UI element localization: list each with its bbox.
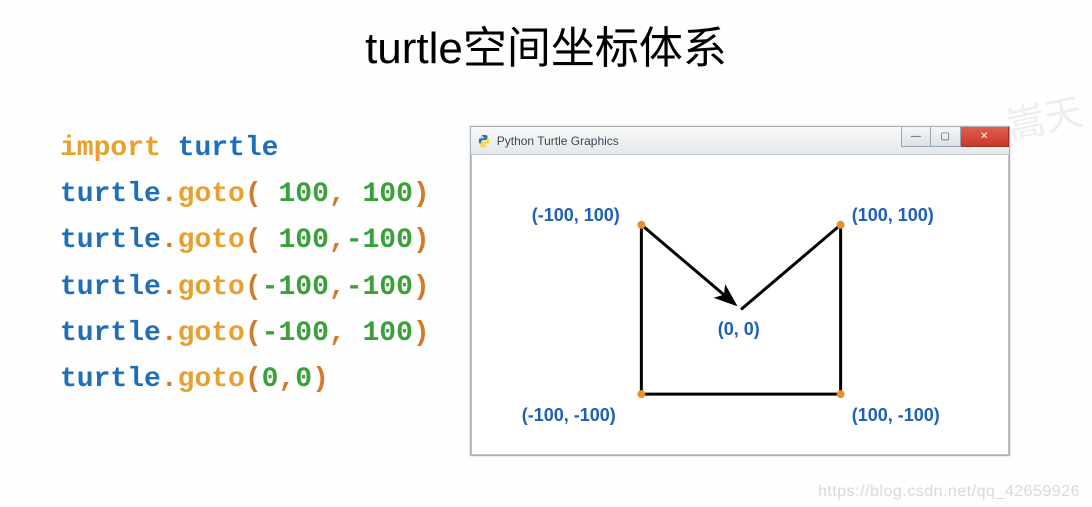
close-button[interactable]: ✕ (961, 127, 1009, 147)
comma: , (329, 225, 346, 256)
label-top-right: (100, 100) (852, 205, 934, 226)
turtle-canvas: (-100, 100) (100, 100) (-100, -100) (100… (471, 155, 1009, 455)
paren-open: ( (245, 272, 262, 303)
keyword-import: import (60, 133, 161, 164)
func-goto: goto (178, 318, 245, 349)
watermark-url: https://blog.csdn.net/qq_42659926 (818, 483, 1080, 501)
arg-y: -100 (346, 272, 413, 303)
label-top-left: (-100, 100) (532, 205, 620, 226)
func-goto: goto (178, 179, 245, 210)
label-center: (0, 0) (718, 319, 760, 340)
comma: , (329, 272, 346, 303)
comma: , (329, 179, 346, 210)
module-ref: turtle (60, 225, 161, 256)
paren-close: ) (413, 179, 430, 210)
comma: , (329, 318, 346, 349)
module-ref: turtle (60, 179, 161, 210)
func-goto: goto (178, 364, 245, 395)
paren-close: ) (413, 225, 430, 256)
python-icon (477, 134, 491, 148)
module-ref: turtle (60, 272, 161, 303)
dot: . (161, 179, 178, 210)
func-goto: goto (178, 225, 245, 256)
maximize-button[interactable]: ▢ (931, 127, 961, 147)
slide-title: turtle空间坐标体系 (0, 0, 1092, 76)
turtle-window: Python Turtle Graphics — ▢ ✕ (470, 126, 1010, 456)
arg-x: -100 (262, 272, 329, 303)
paren-open: ( (245, 225, 262, 256)
arg-x: 0 (262, 364, 279, 395)
minimize-button[interactable]: — (901, 127, 931, 147)
paren-open: ( (245, 179, 262, 210)
dot: . (161, 225, 178, 256)
titlebar: Python Turtle Graphics — ▢ ✕ (471, 127, 1009, 155)
slide-content: import turtle turtle.goto( 100, 100) tur… (0, 76, 1092, 456)
label-bottom-left: (-100, -100) (522, 405, 616, 426)
dot: . (161, 364, 178, 395)
arg-y: 100 (346, 179, 413, 210)
module-ref: turtle (60, 364, 161, 395)
paren-open: ( (245, 318, 262, 349)
paren-close: ) (312, 364, 329, 395)
code-block: import turtle turtle.goto( 100, 100) tur… (60, 126, 430, 456)
arg-y: 0 (295, 364, 312, 395)
dot: . (161, 318, 178, 349)
module-ref: turtle (60, 318, 161, 349)
paren-close: ) (413, 272, 430, 303)
label-bottom-right: (100, -100) (852, 405, 940, 426)
arg-x: -100 (262, 318, 329, 349)
arg-x: 100 (262, 179, 329, 210)
paren-close: ) (413, 318, 430, 349)
window-controls: — ▢ ✕ (901, 127, 1009, 147)
comma: , (278, 364, 295, 395)
dot: . (161, 272, 178, 303)
arg-y: 100 (346, 318, 413, 349)
paren-open: ( (245, 364, 262, 395)
module-name: turtle (178, 133, 279, 164)
func-goto: goto (178, 272, 245, 303)
window-title: Python Turtle Graphics (497, 134, 619, 148)
arg-y: -100 (346, 225, 413, 256)
arg-x: 100 (262, 225, 329, 256)
